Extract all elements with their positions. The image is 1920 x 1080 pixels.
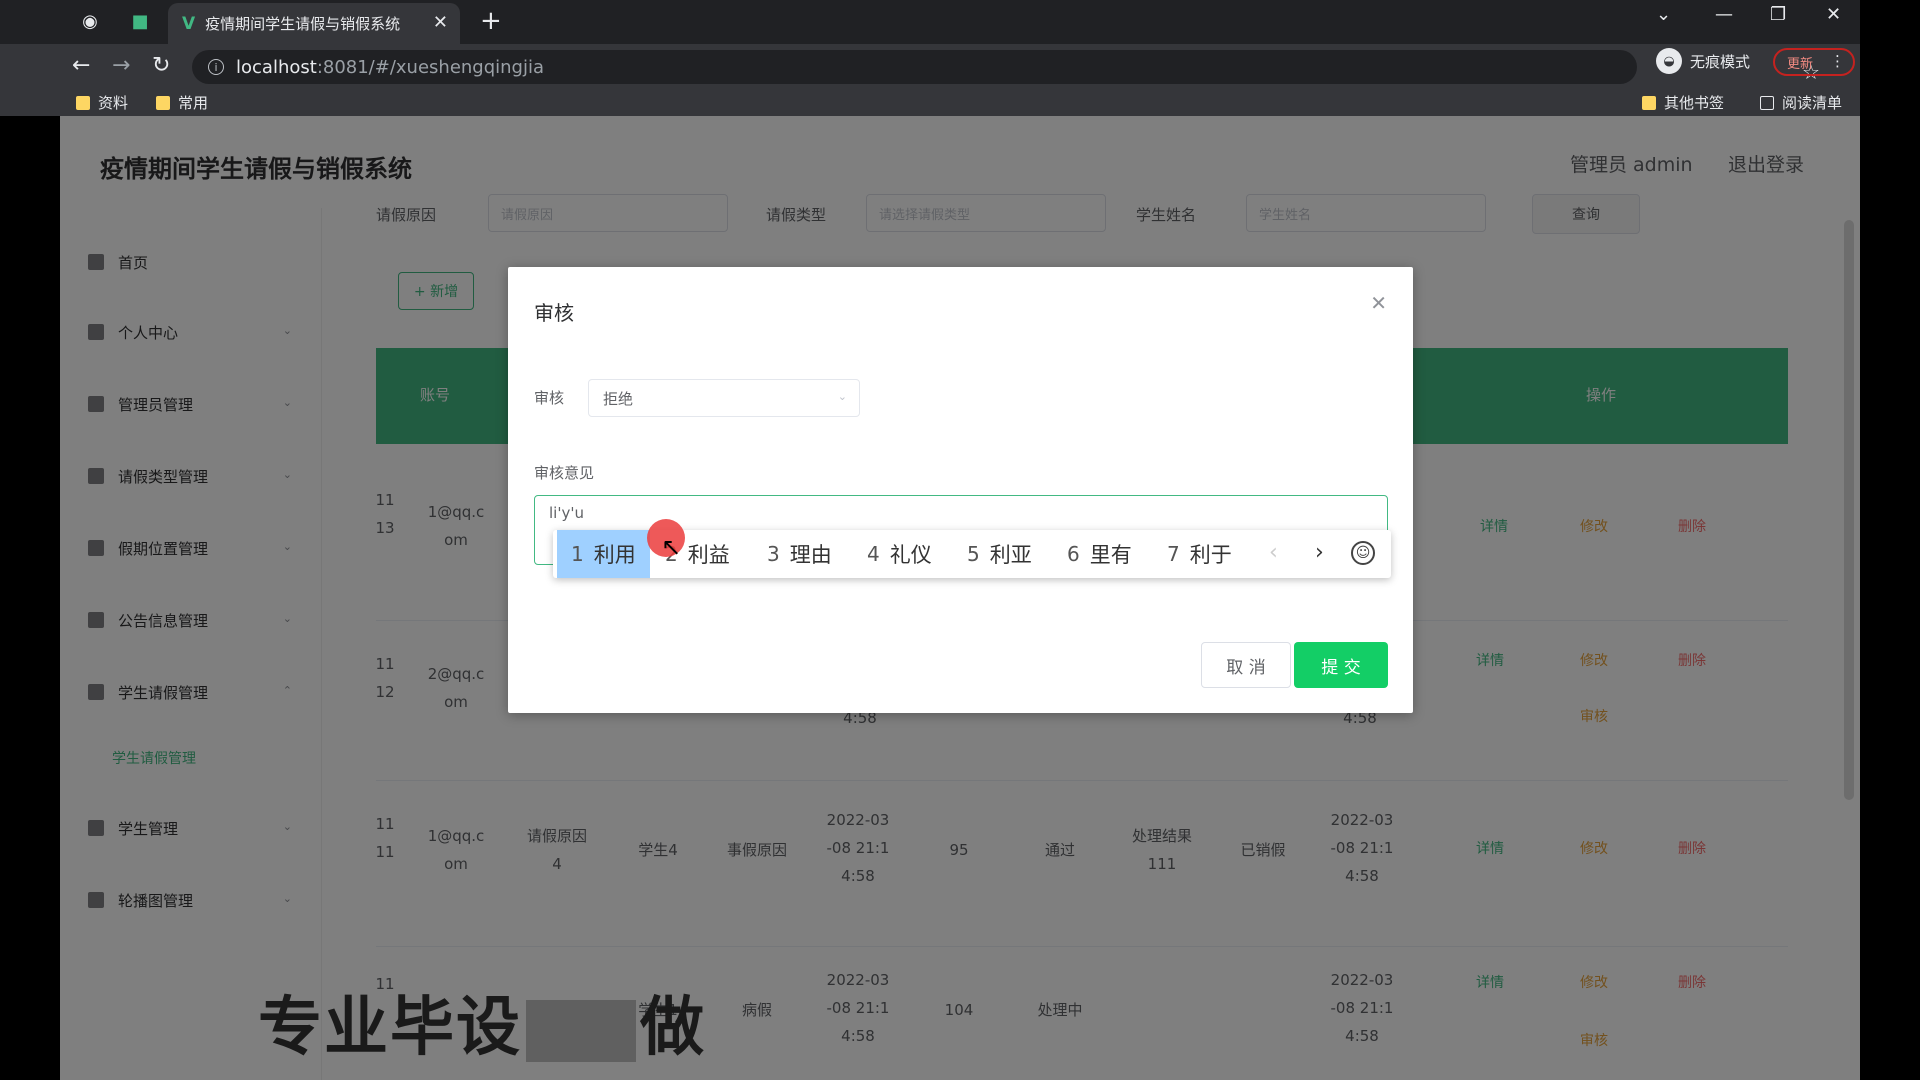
audit-field-label: 审核 <box>534 389 565 407</box>
candidate-text: 利于 <box>1189 543 1232 567</box>
reload-icon[interactable]: ↻ <box>152 53 170 78</box>
browser-tab-strip: ◉ ■ V 疫情期间学生请假与销假系统 ✕ + ⌄ — ❐ ✕ <box>0 0 1860 44</box>
ime-candidate-selected[interactable]: 1 利用 <box>557 530 650 578</box>
incognito-icon: ◒ <box>1656 48 1682 74</box>
candidate-text: 利用 <box>593 543 636 567</box>
candidate-text: 里有 <box>1089 543 1132 567</box>
folder-icon <box>76 95 90 110</box>
restore-icon[interactable]: ❐ <box>1770 4 1786 25</box>
candidate-number: 1 <box>571 542 584 566</box>
candidate-number: 5 <box>967 542 980 566</box>
pinned-tab-icon[interactable]: ■ <box>126 7 154 35</box>
incognito-label: 无痕模式 <box>1690 52 1751 71</box>
url-host: localhost <box>236 56 317 78</box>
candidate-number: 3 <box>767 542 780 566</box>
bookmark-label: 资料 <box>98 94 129 112</box>
tab-search-icon[interactable]: ⌄ <box>1656 4 1671 25</box>
ime-candidate[interactable]: 3 理由 <box>767 530 832 578</box>
site-info-icon[interactable]: i <box>208 59 224 75</box>
candidate-number: 6 <box>1067 542 1080 566</box>
browser-toolbar: ← → ↻ i localhost :8081/#/xueshengqingji… <box>0 44 1860 116</box>
vue-logo-icon: V <box>182 13 196 34</box>
close-icon[interactable]: ✕ <box>1370 291 1387 315</box>
forward-icon[interactable]: → <box>112 53 130 78</box>
ime-candidate[interactable]: 4 礼仪 <box>867 530 932 578</box>
candidate-text: 理由 <box>789 543 832 567</box>
watermark-text-left: 专业毕设 <box>258 991 522 1065</box>
audit-select-value: 拒绝 <box>603 389 634 408</box>
candidate-text: 礼仪 <box>889 543 932 567</box>
ime-prev-page-icon[interactable]: ‹ <box>1269 540 1278 565</box>
video-watermark: 专业毕设 做 <box>258 976 706 1068</box>
watermark-blur <box>526 1000 636 1063</box>
bookmark-label: 常用 <box>178 94 209 112</box>
ime-candidate[interactable]: 7 利于 <box>1167 530 1232 578</box>
opinion-field-label: 审核意见 <box>534 464 595 482</box>
reading-list-label: 阅读清单 <box>1782 94 1843 112</box>
reading-list[interactable]: 阅读清单 <box>1760 92 1842 113</box>
opinion-composition-text: li'y'u <box>549 504 584 522</box>
reading-list-icon <box>1760 95 1774 110</box>
candidate-number: 4 <box>867 542 880 566</box>
window-close-icon[interactable]: ✕ <box>1826 4 1841 25</box>
url-path: :8081/#/xueshengqingjia <box>316 56 545 78</box>
incognito-indicator[interactable]: ◒ 无痕模式 <box>1656 48 1750 74</box>
address-bar[interactable]: i localhost :8081/#/xueshengqingjia ☆ <box>192 50 1820 84</box>
other-bookmarks[interactable]: 其他书签 <box>1642 92 1724 113</box>
candidate-text: 利益 <box>687 543 730 567</box>
tab-title: 疫情期间学生请假与销假系统 <box>205 15 401 33</box>
watermark-text-right: 做 <box>640 991 706 1065</box>
update-button[interactable]: 更新 ⋮ <box>1773 48 1855 76</box>
audit-dialog: 审核 ✕ 审核 拒绝 ⌄ 审核意见 li'y'u 取 消 提 交 <box>508 267 1413 713</box>
folder-icon <box>156 95 170 110</box>
tab-close-icon[interactable]: ✕ <box>433 12 448 33</box>
submit-button[interactable]: 提 交 <box>1294 642 1388 688</box>
ime-candidate[interactable]: 6 里有 <box>1067 530 1132 578</box>
bookmark-item[interactable]: 资料 <box>76 92 128 113</box>
chevron-down-icon: ⌄ <box>837 390 847 403</box>
ime-next-page-icon[interactable]: › <box>1315 540 1324 565</box>
back-icon[interactable]: ← <box>72 53 90 78</box>
dialog-title: 审核 <box>534 301 574 325</box>
update-label: 更新 <box>1787 56 1814 72</box>
candidate-text: 利亚 <box>989 543 1032 567</box>
minimize-icon[interactable]: — <box>1715 4 1733 25</box>
ime-candidate[interactable]: 5 利亚 <box>967 530 1032 578</box>
cancel-button[interactable]: 取 消 <box>1201 642 1291 688</box>
ime-emoji-icon[interactable]: ☺ <box>1351 541 1375 565</box>
bookmark-item[interactable]: 常用 <box>156 92 208 113</box>
new-tab-icon[interactable]: + <box>480 6 502 36</box>
folder-icon <box>1642 95 1656 110</box>
other-bookmarks-label: 其他书签 <box>1664 94 1725 112</box>
browser-menu-icon[interactable]: ◉ <box>76 7 104 35</box>
more-menu-icon[interactable]: ⋮ <box>1830 52 1845 70</box>
audit-select[interactable]: 拒绝 ⌄ <box>588 379 860 417</box>
screen: ◉ ■ V 疫情期间学生请假与销假系统 ✕ + ⌄ — ❐ ✕ ← → ↻ i … <box>0 0 1920 1080</box>
candidate-number: 7 <box>1167 542 1180 566</box>
mouse-cursor-icon: ↖ <box>661 533 682 561</box>
browser-tab[interactable]: V 疫情期间学生请假与销假系统 ✕ <box>168 3 460 44</box>
